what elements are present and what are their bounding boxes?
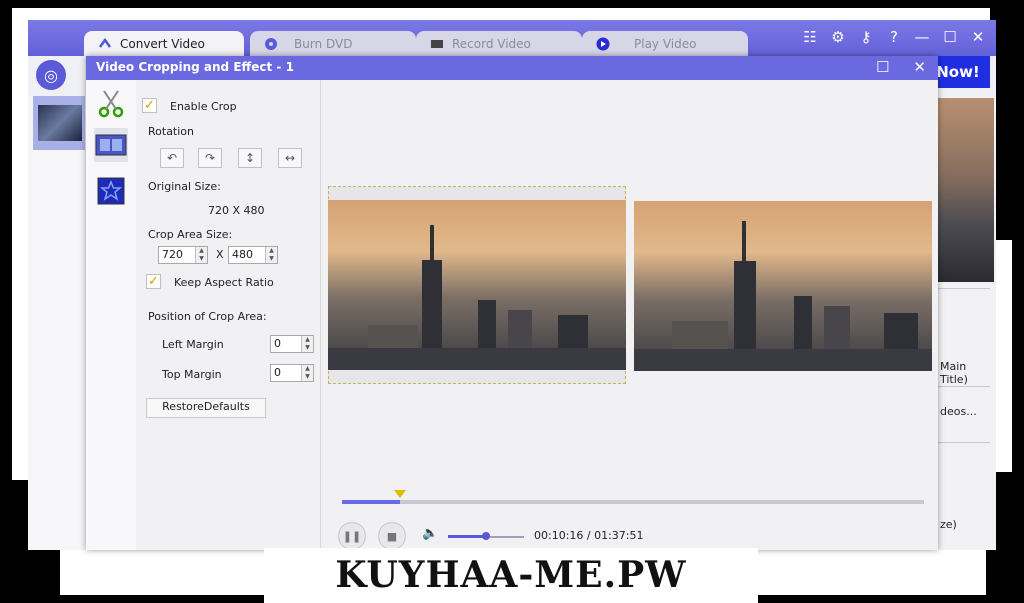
pause-button[interactable]: ❚❚ xyxy=(338,522,366,550)
dialog-title-bar: Video Cropping and Effect - 1 ☐ ✕ xyxy=(86,56,938,80)
flip-vertical-button[interactable]: ↕ xyxy=(238,148,262,168)
position-label: Position of Crop Area: xyxy=(148,310,267,323)
film-icon xyxy=(95,134,127,156)
record-icon xyxy=(430,37,444,51)
video-thumbnail xyxy=(38,105,82,141)
star-icon xyxy=(97,177,125,205)
tab-play-video[interactable]: Play Video xyxy=(582,31,748,56)
crop-area-label: Crop Area Size: xyxy=(148,228,233,241)
minimize-icon[interactable]: — xyxy=(914,28,930,46)
tab-label: Play Video xyxy=(634,36,697,51)
tab-burn-dvd[interactable]: Burn DVD xyxy=(250,31,416,56)
crop-height-value: 480 xyxy=(232,248,253,261)
watermark-tool-button[interactable] xyxy=(94,174,128,208)
dialog-title: Video Cropping and Effect - 1 xyxy=(96,60,294,74)
size-label[interactable]: ze) xyxy=(940,518,957,531)
seek-bar[interactable] xyxy=(342,500,924,504)
tab-label: Convert Video xyxy=(120,36,205,51)
flip-vertical-icon: ↕ xyxy=(244,151,256,165)
spinner-arrows[interactable]: ▲ ▼ xyxy=(301,336,313,352)
close-icon[interactable]: ✕ xyxy=(913,58,926,76)
tab-label: Burn DVD xyxy=(294,36,353,51)
crop-tool-button[interactable] xyxy=(94,86,128,120)
effect-sidebar xyxy=(86,80,137,550)
divider xyxy=(938,288,990,289)
original-preview xyxy=(328,200,626,370)
stop-icon: ■ xyxy=(386,529,398,543)
preview-thumbnail xyxy=(938,98,994,282)
gear-icon[interactable]: ⚙ xyxy=(830,28,846,46)
add-disc-button[interactable]: ◎ xyxy=(36,60,66,90)
close-icon[interactable]: ✕ xyxy=(970,28,986,46)
report-icon[interactable]: ☷ xyxy=(802,28,818,46)
maximize-icon[interactable]: ☐ xyxy=(942,28,958,46)
crop-x-label: X xyxy=(216,248,224,261)
convert-icon xyxy=(98,37,112,51)
preview-area: ❚❚ ■ 🔈 00:10:16 / 01:37:51 xyxy=(322,80,938,550)
stop-button[interactable]: ■ xyxy=(378,522,406,550)
seek-progress xyxy=(342,500,400,504)
original-size-value: 720 X 480 xyxy=(208,204,265,217)
left-margin-input[interactable]: 0 ▲ ▼ xyxy=(270,335,314,353)
seek-marker-icon[interactable] xyxy=(394,490,406,498)
restore-defaults-button[interactable]: RestoreDefaults xyxy=(146,398,266,418)
maximize-icon[interactable]: ☐ xyxy=(876,58,889,76)
tab-label: Record Video xyxy=(452,36,531,51)
tab-bar: Convert Video Burn DVD Record Video Play… xyxy=(28,20,996,56)
time-display: 00:10:16 / 01:37:51 xyxy=(534,529,644,542)
file-list xyxy=(28,96,89,550)
volume-level xyxy=(448,535,486,538)
output-preview xyxy=(634,201,932,371)
keep-aspect-label: Keep Aspect Ratio xyxy=(174,276,274,289)
tab-convert-video[interactable]: Convert Video xyxy=(84,31,244,56)
divider xyxy=(938,442,990,443)
crop-height-input[interactable]: 480 ▲ ▼ xyxy=(228,246,278,264)
rotate-left-icon: ↶ xyxy=(166,151,178,165)
pause-icon: ❚❚ xyxy=(342,529,362,543)
volume-icon[interactable]: 🔈 xyxy=(422,526,438,541)
rotation-label: Rotation xyxy=(148,125,195,138)
top-margin-value: 0 xyxy=(274,366,281,379)
window-controls: ☷ ⚙ ⚷ ? — ☐ ✕ xyxy=(802,28,986,46)
crop-width-input[interactable]: 720 ▲ ▼ xyxy=(158,246,208,264)
left-margin-label: Left Margin xyxy=(162,338,224,351)
original-size-label: Original Size: xyxy=(148,180,221,193)
spinner-arrows[interactable]: ▲ ▼ xyxy=(301,365,313,381)
top-margin-input[interactable]: 0 ▲ ▼ xyxy=(270,364,314,382)
spinner-arrows[interactable]: ▲ ▼ xyxy=(195,247,207,263)
rotate-right-icon: ↷ xyxy=(204,151,216,165)
volume-knob[interactable] xyxy=(482,532,490,540)
videos-label[interactable]: deos... xyxy=(940,405,977,418)
rotate-left-button[interactable]: ↶ xyxy=(160,148,184,168)
rotate-right-button[interactable]: ↷ xyxy=(198,148,222,168)
watermark-banner: KUYHAA-ME.PW xyxy=(264,548,758,603)
top-margin-label: Top Margin xyxy=(162,368,222,381)
disc-icon xyxy=(264,37,278,51)
effect-tool-button[interactable] xyxy=(94,128,128,162)
divider xyxy=(938,386,990,387)
play-icon xyxy=(596,37,610,51)
main-title-label: Main Title) xyxy=(940,360,968,386)
flip-horizontal-button[interactable]: ↔ xyxy=(278,148,302,168)
key-icon[interactable]: ⚷ xyxy=(858,28,874,46)
enable-crop-checkbox[interactable]: ✓ xyxy=(142,98,157,113)
flip-horizontal-icon: ↔ xyxy=(284,151,296,165)
help-icon[interactable]: ? xyxy=(886,28,902,46)
left-margin-value: 0 xyxy=(274,337,281,350)
scissors-icon xyxy=(98,90,124,118)
spinner-arrows[interactable]: ▲ ▼ xyxy=(265,247,277,263)
crop-dialog: Video Cropping and Effect - 1 ☐ ✕ ✓ Enab… xyxy=(86,56,938,550)
crop-settings-panel: ✓ Enable Crop Rotation ↶ ↷ ↕ ↔ Original … xyxy=(136,80,321,550)
tab-record-video[interactable]: Record Video xyxy=(416,31,582,56)
keep-aspect-checkbox[interactable]: ✓ xyxy=(146,274,161,289)
enable-crop-label: Enable Crop xyxy=(170,100,237,113)
crop-width-value: 720 xyxy=(162,248,183,261)
